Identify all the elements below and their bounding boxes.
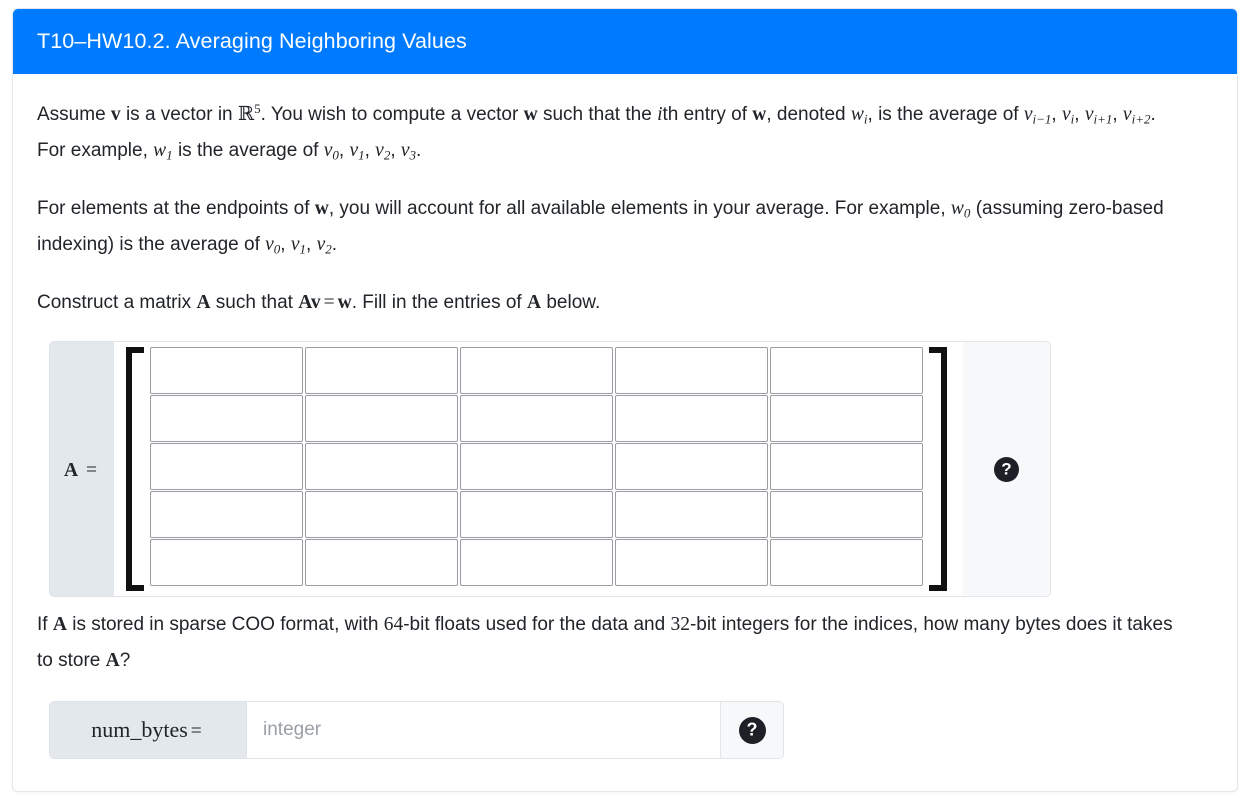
matrix-label-equals: = — [86, 460, 98, 481]
math-vector-v: v — [310, 292, 321, 313]
matrix-cell-3-1[interactable] — [305, 491, 458, 538]
math-w-sub-0: w — [950, 198, 964, 219]
num-bytes-equals: = — [190, 721, 202, 742]
matrix-cell-4-1[interactable] — [305, 539, 458, 586]
matrix-cell-1-1[interactable] — [305, 395, 458, 442]
matrix-cell-1-2[interactable] — [460, 395, 613, 442]
matrix-label-A: A — [63, 460, 79, 481]
math-number-64: 64 — [383, 614, 404, 635]
math-v-sub-1: v — [349, 140, 359, 161]
math-v-sub-1: v — [290, 234, 300, 255]
card-header: T10–HW10.2. Averaging Neighboring Values — [13, 9, 1237, 74]
matrix-cell-2-4[interactable] — [770, 443, 923, 490]
matrix-bracket-wrap — [122, 347, 951, 591]
page-title: T10–HW10.2. Averaging Neighboring Values — [37, 29, 467, 53]
matrix-cell-2-3[interactable] — [615, 443, 768, 490]
math-exponent-5: 5 — [254, 100, 261, 116]
matrix-label-panel: A = — [49, 341, 114, 597]
math-index-i: i — [657, 104, 663, 125]
math-subscript-2: 2 — [325, 241, 332, 257]
math-equals-sign: = — [323, 292, 335, 313]
matrix-cell-4-4[interactable] — [770, 539, 923, 586]
num-bytes-label-panel: num_bytes = — [50, 702, 247, 758]
math-matrix-A: A — [298, 292, 311, 313]
problem-statement-paragraph-1: Assume v is a vector in ℝ5. You wish to … — [37, 100, 1156, 163]
math-matrix-A: A — [105, 650, 120, 671]
math-w-sub-i: w — [850, 104, 864, 125]
math-subscript-i: i — [863, 111, 868, 127]
matrix-cell-1-4[interactable] — [770, 395, 923, 442]
matrix-cell-0-4[interactable] — [770, 347, 923, 394]
math-number-32: 32 — [670, 614, 690, 635]
problem-statement-paragraph-4: If A is stored in sparse COO format, wit… — [37, 614, 1173, 671]
left-bracket-icon — [122, 347, 144, 591]
math-subscript-0: 0 — [332, 147, 339, 163]
matrix-field-panel — [114, 341, 963, 597]
matrix-cell-0-2[interactable] — [460, 347, 613, 394]
num-bytes-answer-group: num_bytes= ? — [49, 701, 784, 759]
math-subscript-2: 2 — [383, 147, 391, 163]
math-subscript-0: 0 — [963, 205, 971, 221]
math-v-sub-2: v — [375, 140, 384, 161]
matrix-cell-0-1[interactable] — [305, 347, 458, 394]
matrix-cell-0-0[interactable] — [150, 347, 303, 394]
matrix-cell-grid — [142, 347, 931, 591]
math-v-sub-i: v — [1061, 104, 1071, 125]
matrix-cell-3-4[interactable] — [770, 491, 923, 538]
math-subscript-i-plus-1: i+1 — [1093, 111, 1113, 127]
matrix-cell-2-1[interactable] — [305, 443, 458, 490]
matrix-help-button[interactable]: ? — [963, 341, 1051, 597]
math-v-sub-i-plus-2: v — [1122, 104, 1132, 125]
matrix-answer-group: A = ? — [49, 341, 1051, 597]
num-bytes-label: num_bytes — [91, 717, 188, 742]
matrix-cell-4-3[interactable] — [615, 539, 768, 586]
math-subscript-1: 1 — [358, 147, 365, 163]
math-vector-w: w — [752, 104, 767, 125]
card-body: Assume v is a vector in ℝ5. You wish to … — [13, 74, 1237, 773]
math-matrix-A: A — [196, 292, 211, 313]
right-bracket-icon — [929, 347, 951, 591]
question-mark-icon: ? — [738, 716, 766, 744]
math-vector-v: v — [110, 104, 121, 125]
num-bytes-label-text: num_bytes = — [91, 717, 205, 743]
matrix-cell-3-0[interactable] — [150, 491, 303, 538]
math-subscript-0: 0 — [273, 241, 281, 257]
math-vector-w: w — [314, 198, 329, 219]
math-w-sub-1: w — [153, 140, 167, 161]
matrix-label-text: A = — [64, 455, 100, 483]
math-matrix-A: A — [52, 614, 67, 635]
problem-statement-paragraph-3: Construct a matrix A such that Av = w. Fil… — [37, 292, 601, 313]
num-bytes-help-button[interactable]: ? — [720, 702, 783, 758]
math-vector-w: w — [337, 292, 352, 313]
math-subscript-1: 1 — [166, 147, 173, 163]
matrix-cell-2-0[interactable] — [150, 443, 303, 490]
matrix-cell-3-3[interactable] — [615, 491, 768, 538]
question-mark-icon: ? — [994, 456, 1019, 482]
num-bytes-input[interactable] — [247, 702, 720, 758]
problem-statement-paragraph-2: For elements at the endpoints of w, you … — [37, 198, 1164, 257]
question-card: T10–HW10.2. Averaging Neighboring Values… — [12, 8, 1238, 792]
math-vector-w: w — [523, 104, 538, 125]
math-subscript-i-plus-2: i+2 — [1131, 111, 1151, 127]
matrix-cell-1-0[interactable] — [150, 395, 303, 442]
matrix-cell-3-2[interactable] — [460, 491, 613, 538]
math-reals-symbol: ℝ — [237, 102, 255, 125]
math-subscript-3: 3 — [409, 147, 417, 163]
matrix-cell-4-2[interactable] — [460, 539, 613, 586]
math-matrix-A: A — [526, 292, 542, 313]
math-subscript-i: i — [1070, 111, 1075, 127]
math-subscript-1: 1 — [299, 241, 307, 257]
math-v-sub-2: v — [316, 234, 326, 255]
matrix-cell-1-3[interactable] — [615, 395, 768, 442]
math-v-sub-3: v — [400, 140, 410, 161]
math-subscript-i-minus-1: i−1 — [1032, 111, 1052, 127]
math-v-sub-i-minus-1: v — [1023, 104, 1033, 125]
matrix-cell-2-2[interactable] — [460, 443, 613, 490]
math-v-sub-0: v — [265, 234, 274, 255]
matrix-cell-4-0[interactable] — [150, 539, 303, 586]
matrix-cell-0-3[interactable] — [615, 347, 768, 394]
